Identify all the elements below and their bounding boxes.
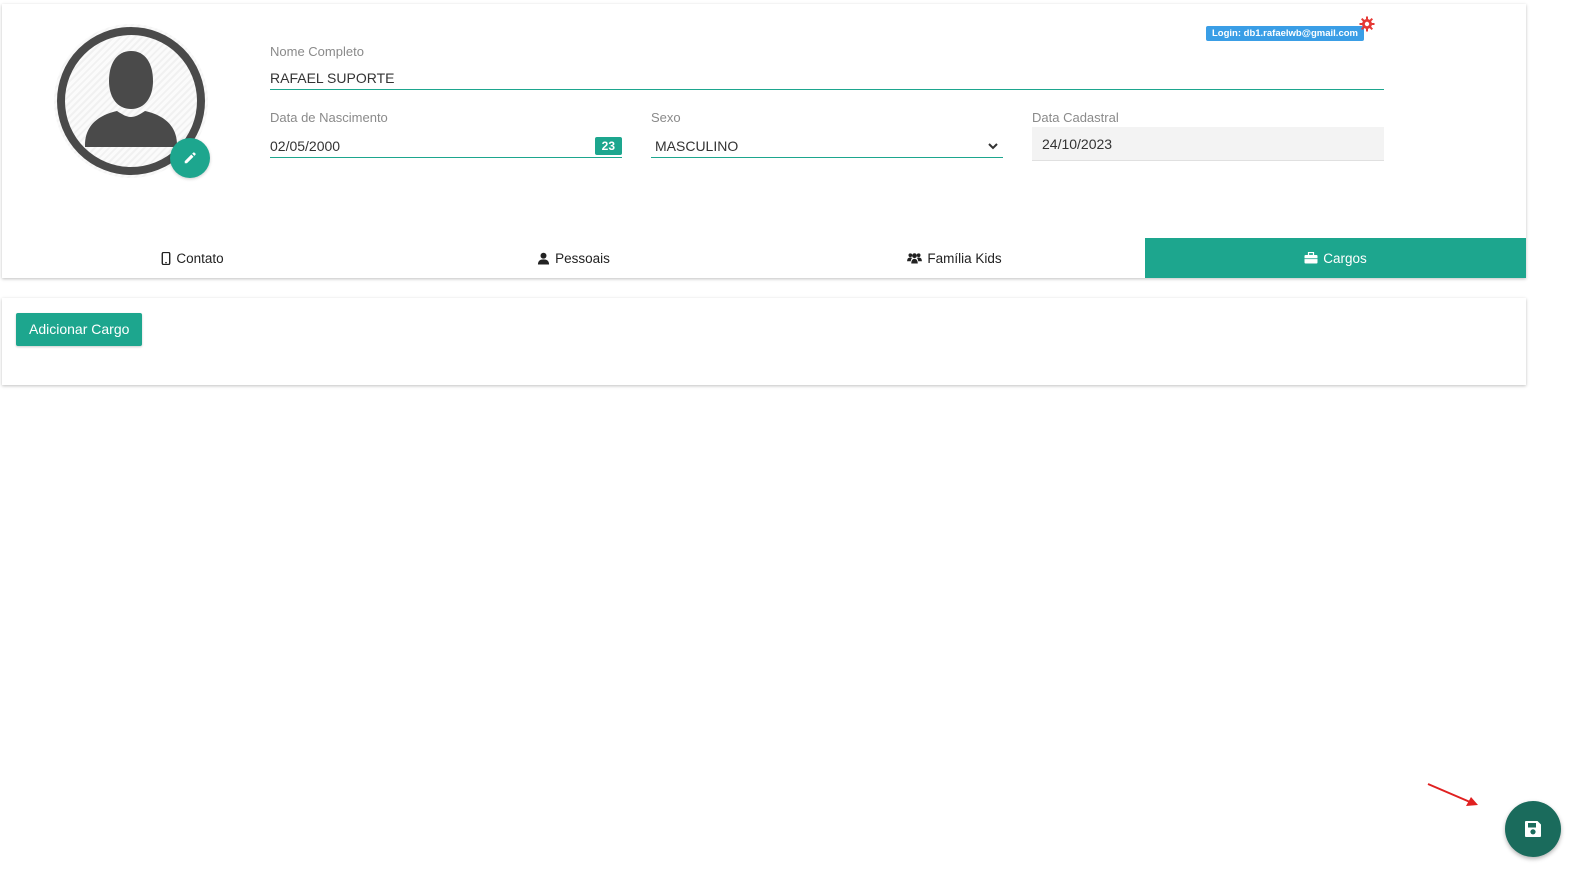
tab-pessoais-label: Pessoais	[555, 250, 610, 266]
tab-pessoais[interactable]: Pessoais	[383, 238, 764, 278]
created-date-label: Data Cadastral	[1032, 110, 1119, 125]
full-name-field[interactable]: Nome Completo RAFAEL SUPORTE	[270, 44, 1384, 90]
full-name-underline	[270, 89, 1384, 90]
created-date-value: 24/10/2023	[1042, 136, 1113, 152]
add-cargo-button[interactable]: Adicionar Cargo	[16, 313, 143, 346]
tab-familia-kids[interactable]: Família Kids	[764, 238, 1145, 278]
red-arrow-annotation	[1427, 783, 1478, 806]
tab-familia-kids-label: Família Kids	[927, 250, 1002, 266]
mobile-phone-icon	[161, 251, 171, 265]
page: Login: db1.rafaelwb@gmail.com Nome Compl…	[0, 0, 1584, 878]
save-icon	[1525, 821, 1541, 837]
age-badge: 23	[594, 137, 622, 155]
birth-date-underline	[270, 157, 622, 158]
user-icon	[538, 252, 550, 265]
cargo-panel: Adicionar Cargo	[2, 298, 1526, 385]
login-badge: Login: db1.rafaelwb@gmail.com	[1206, 26, 1364, 41]
tab-bar: Contato Pessoais Família Kids Cargos	[2, 238, 1526, 278]
tab-cargos-label: Cargos	[1323, 250, 1367, 266]
profile-card: Login: db1.rafaelwb@gmail.com Nome Compl…	[2, 4, 1526, 278]
edit-photo-button[interactable]	[170, 138, 210, 178]
tab-contato[interactable]: Contato	[2, 238, 383, 278]
tab-contato-label: Contato	[176, 250, 224, 266]
sex-selected-value[interactable]: MASCULINO	[651, 138, 1003, 154]
created-date-box: 24/10/2023	[1032, 127, 1384, 161]
birth-date-label: Data de Nascimento	[270, 110, 388, 125]
users-icon	[907, 253, 923, 264]
birth-date-field[interactable]: Data de Nascimento 02/05/2000 23	[270, 110, 622, 158]
full-name-label: Nome Completo	[270, 44, 364, 59]
chevron-down-icon[interactable]	[987, 140, 999, 152]
full-name-input[interactable]: RAFAEL SUPORTE	[270, 70, 1384, 86]
created-date-field: Data Cadastral 24/10/2023	[1032, 110, 1384, 161]
sex-label: Sexo	[651, 110, 681, 125]
pencil-icon	[184, 152, 196, 164]
birth-date-input[interactable]: 02/05/2000	[270, 138, 622, 154]
briefcase-icon	[1304, 252, 1318, 264]
save-button[interactable]	[1505, 801, 1561, 857]
tab-cargos[interactable]: Cargos	[1145, 238, 1526, 278]
sex-underline	[651, 157, 1003, 158]
gear-icon[interactable]	[1359, 16, 1375, 32]
sex-select[interactable]: Sexo MASCULINO	[651, 110, 1003, 158]
